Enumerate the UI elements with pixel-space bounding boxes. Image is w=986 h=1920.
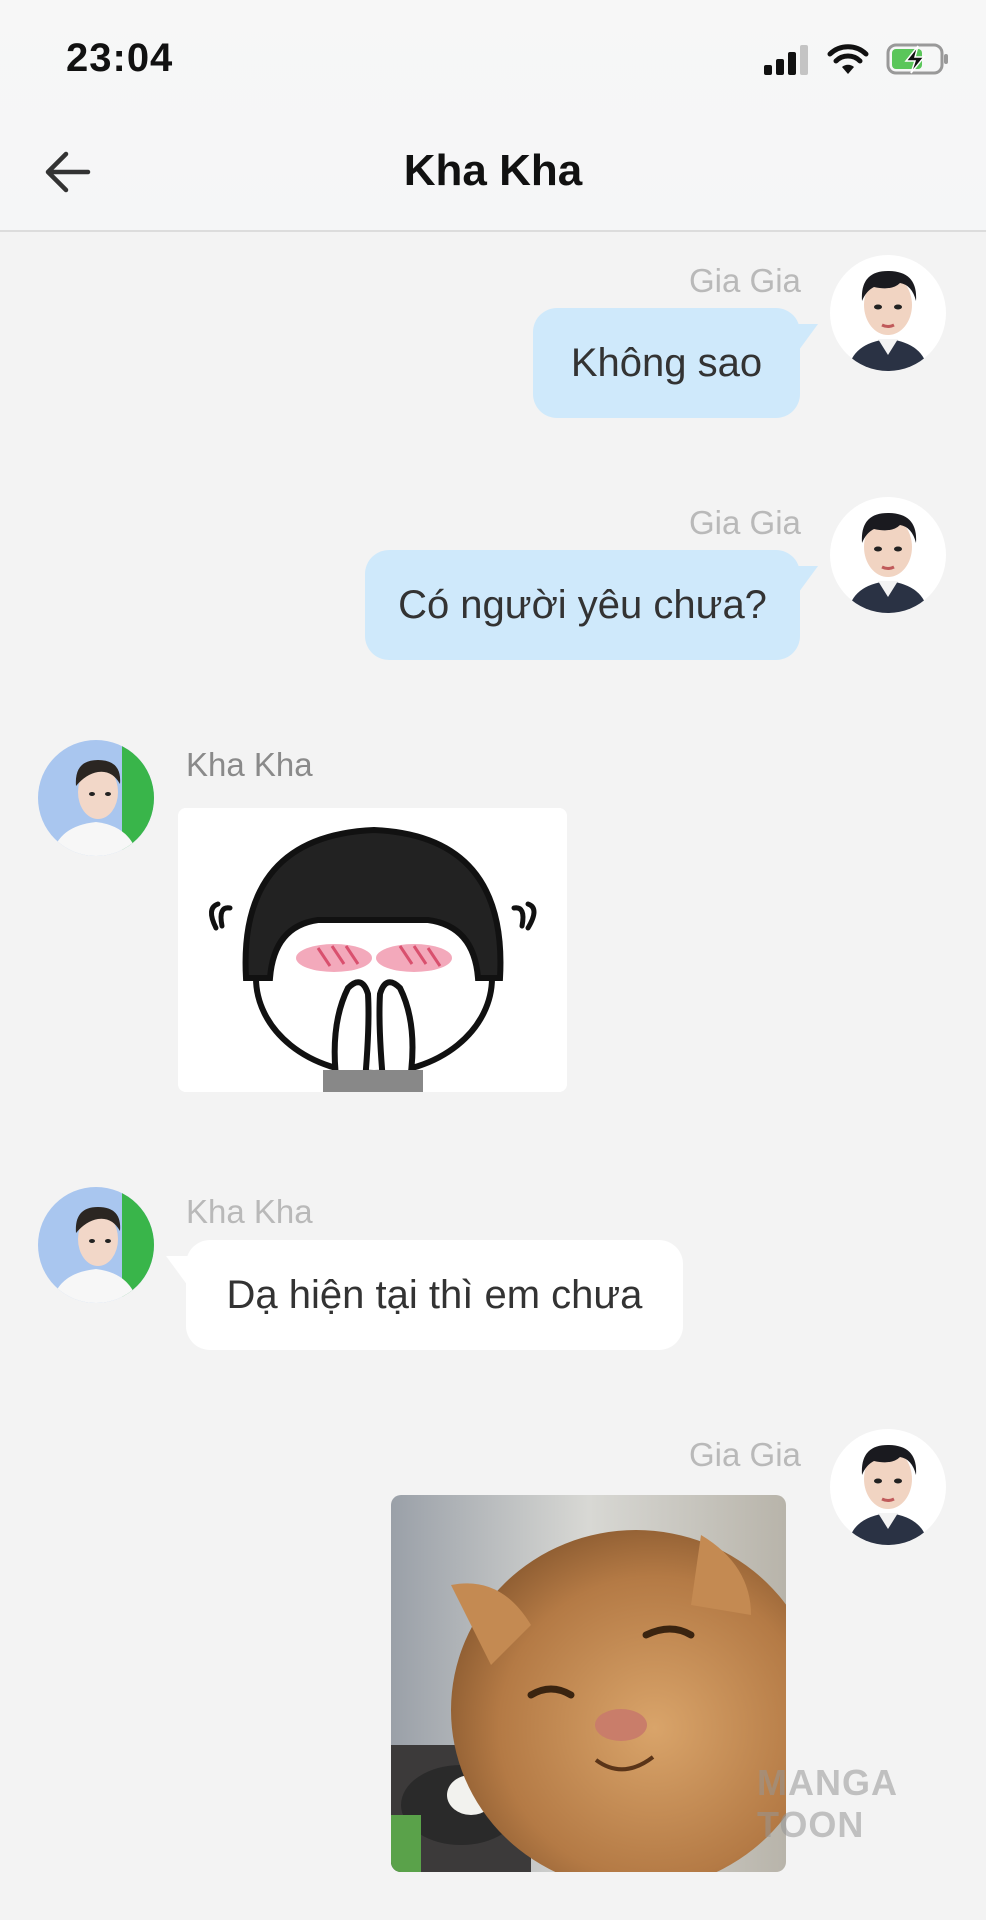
status-time: 23:04: [66, 36, 174, 80]
avatar[interactable]: [830, 497, 946, 613]
cat-photo[interactable]: [391, 1495, 786, 1872]
chat-title: Kha Kha: [403, 146, 583, 195]
wifi-icon: [827, 44, 869, 74]
battery-charging-icon: [886, 43, 948, 75]
avatar[interactable]: [830, 255, 946, 371]
avatar[interactable]: [830, 1429, 946, 1545]
bubble-tail: [166, 1256, 188, 1286]
bubble-tail: [796, 566, 818, 596]
watermark: MANGA TOON: [757, 1762, 897, 1845]
signal-icon: [764, 45, 808, 75]
sender-name: Kha Kha: [186, 1193, 313, 1230]
message-bubble[interactable]: Không sao: [533, 308, 800, 418]
sender-name: Gia Gia: [689, 262, 801, 299]
bubble-tail: [796, 324, 818, 354]
status-icons: [764, 42, 950, 76]
avatar[interactable]: [38, 740, 154, 856]
message-bubble[interactable]: Dạ hiện tại thì em chưa: [186, 1240, 683, 1350]
sender-name: Gia Gia: [689, 1436, 801, 1473]
message-bubble[interactable]: Có người yêu chưa?: [365, 550, 800, 660]
avatar[interactable]: [38, 1187, 154, 1303]
sender-name: Gia Gia: [689, 504, 801, 541]
sticker-image[interactable]: [178, 808, 567, 1092]
top-bar: 23:04 Kha Kha: [0, 0, 986, 232]
sender-name: Kha Kha: [186, 746, 313, 783]
